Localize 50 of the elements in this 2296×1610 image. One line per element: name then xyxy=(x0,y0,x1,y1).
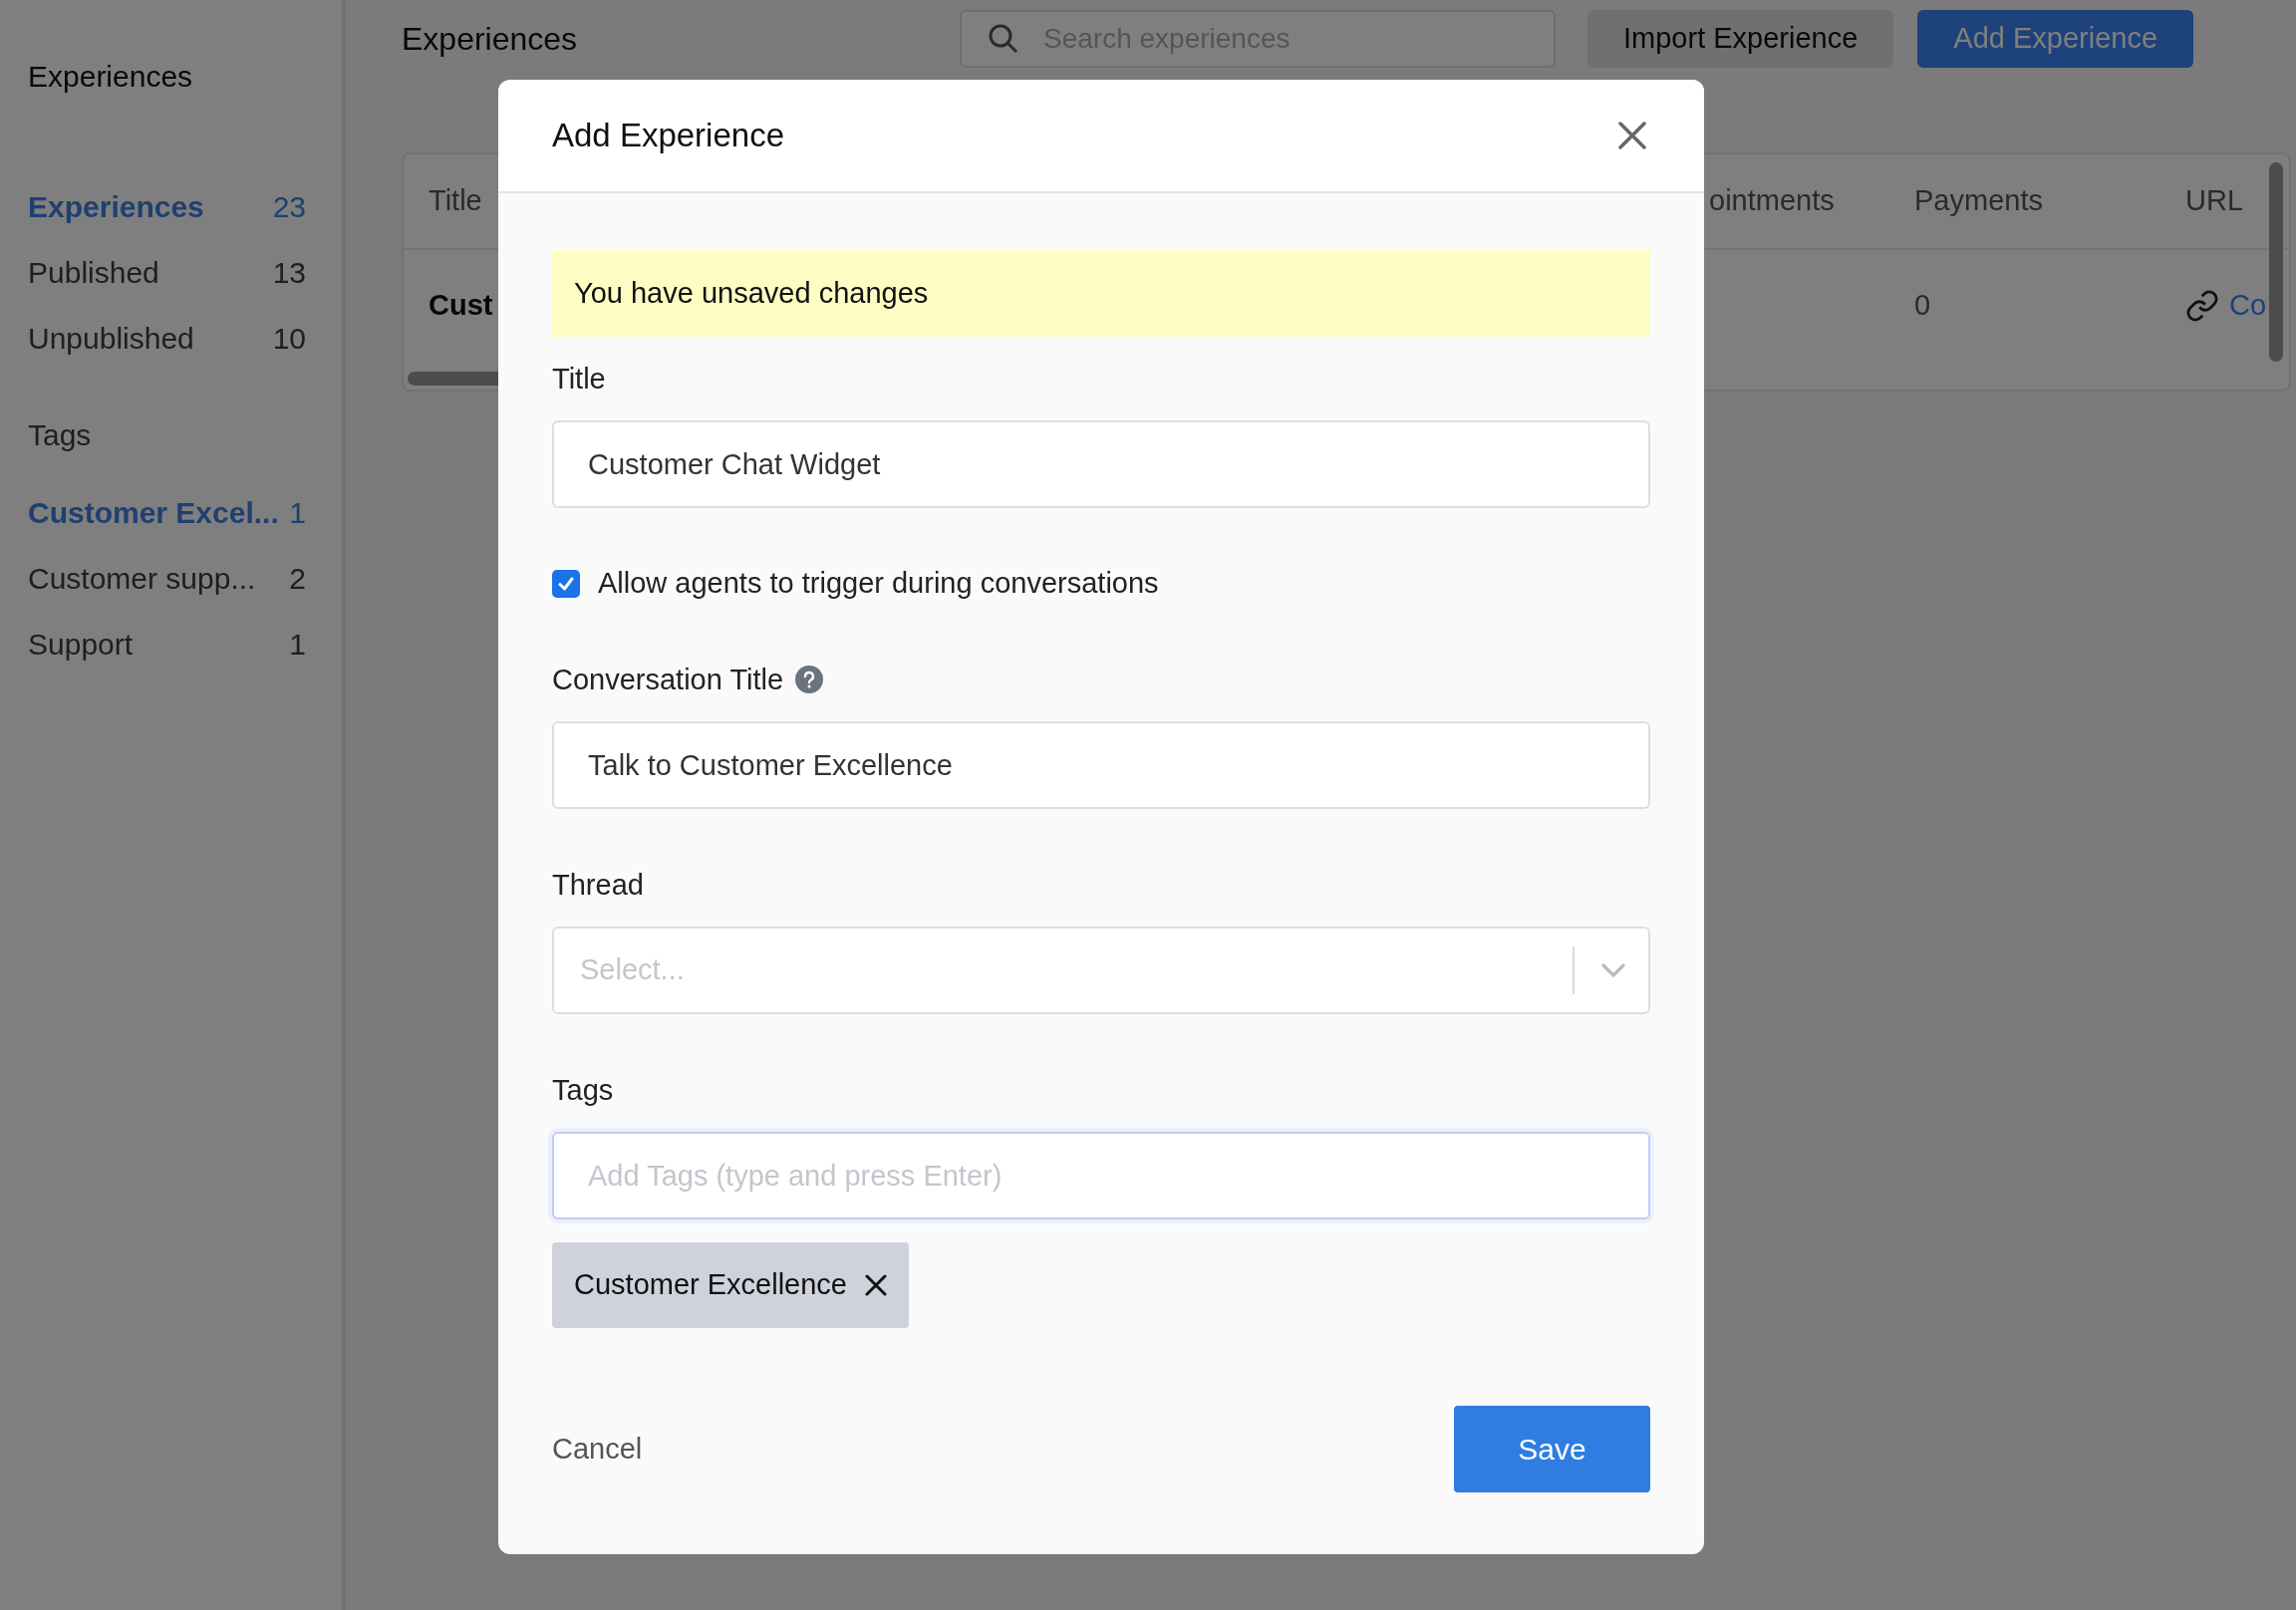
text-field[interactable]: Customer Chat Widget xyxy=(552,420,1650,508)
search-icon xyxy=(988,23,1019,55)
column-header: ointments xyxy=(1709,184,1835,217)
tag-label: Customer Excellence xyxy=(574,1267,847,1303)
field-label: Tags xyxy=(552,1073,614,1108)
checkbox[interactable] xyxy=(552,570,580,598)
table-cell-text: 0 xyxy=(1914,288,1932,324)
filter-count: 23 xyxy=(272,188,306,225)
modal-title: Add Experience xyxy=(552,116,784,156)
filter-item[interactable]: Published 13 xyxy=(28,239,306,305)
filter-count: 10 xyxy=(272,320,306,357)
filter-count: 1 xyxy=(289,626,306,663)
filter-item[interactable]: Unpublished 10 xyxy=(28,305,306,371)
url-link[interactable]: Co xyxy=(2229,284,2267,328)
filter-label: Published xyxy=(28,254,159,291)
link-icon xyxy=(2185,289,2219,323)
close-icon[interactable] xyxy=(1618,122,1646,149)
remove-icon[interactable] xyxy=(865,1274,887,1296)
field-label: Conversation Title xyxy=(552,663,784,697)
filter-label: Customer supp... xyxy=(28,560,256,597)
sidebar-title: Experiences xyxy=(28,59,194,95)
checkbox-label: Allow agents to trigger during conversations xyxy=(598,566,1159,602)
field-label: Thread xyxy=(552,868,644,903)
filter-item[interactable]: Experiences 23 xyxy=(28,173,306,239)
field-label: Title xyxy=(552,362,606,397)
cancel-button[interactable]: Cancel xyxy=(552,1427,643,1472)
filter-count: 13 xyxy=(272,254,306,291)
tag-filter-item[interactable]: Support 1 xyxy=(28,611,306,676)
column-header: Title xyxy=(429,184,482,217)
save-button[interactable]: Save xyxy=(1454,1406,1650,1492)
unsaved-changes-alert: You have unsaved changes xyxy=(552,250,1650,337)
add-button[interactable]: Add Experience xyxy=(1917,10,2194,68)
filter-label: Experiences xyxy=(28,188,204,225)
text-field[interactable]: Talk to Customer Excellence xyxy=(552,721,1650,809)
filter-count: 1 xyxy=(289,494,306,531)
help-icon[interactable] xyxy=(795,666,824,693)
filter-label: Customer Excel... xyxy=(28,494,279,531)
tag-filter-item[interactable]: Customer Excel... 1 xyxy=(28,479,306,545)
filter-label: Unpublished xyxy=(28,320,194,357)
filter-count: 2 xyxy=(289,560,306,597)
filter-label: Support xyxy=(28,626,134,663)
page-title: Experiences xyxy=(402,20,579,59)
tag-filter-item[interactable]: Customer supp... 2 xyxy=(28,545,306,611)
import-button[interactable]: Import Experience xyxy=(1587,10,1894,68)
column-header: URL xyxy=(2185,184,2243,217)
chevron-down-icon xyxy=(1600,962,1626,978)
tags-heading: Tags xyxy=(28,417,93,453)
tags-input-field[interactable]: Add Tags (type and press Enter) xyxy=(552,1132,1650,1219)
column-header: Payments xyxy=(1914,184,2043,217)
table-cell: Cust xyxy=(429,289,493,322)
